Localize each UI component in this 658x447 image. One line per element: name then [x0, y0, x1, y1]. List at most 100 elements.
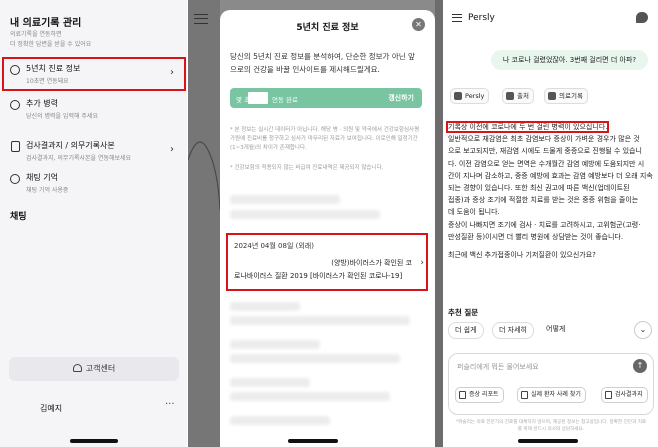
item-desc: 채팅 기억 사용중 [26, 187, 69, 194]
suggested-questions-title: 추천 질문 [448, 308, 479, 317]
dimmed-background [188, 0, 220, 447]
circle-icon [10, 100, 20, 110]
answer-question: 최근에 백신 추가접종이나 기저질환이 있으신가요? [448, 251, 596, 260]
page-subtitle-line1: 의료기록을 연동하면 [10, 31, 62, 38]
chat-input-box[interactable]: 퍼슬리에게 뭐든 물어보세요 ↑ 증상 리포트 실제 환자 사례 찾기 검사결과… [448, 353, 654, 415]
home-indicator [70, 439, 118, 443]
suggested-question[interactable]: 더 자세히 [492, 322, 534, 339]
scroll-down-button[interactable]: ⌄ [634, 321, 652, 339]
new-chat-icon[interactable] [636, 12, 648, 23]
answer-line: 증상이 나빠지면 조기에 검사 · 치료를 고려하시고, 고위험군(고령· [448, 220, 641, 229]
chip-label: 의료기록 [559, 92, 583, 100]
headset-icon [72, 364, 82, 372]
answer-line: 되는 경향이 있습니다. 또한 최신 권고에 따른 백신(업데이트된 [448, 184, 630, 193]
document-icon [605, 391, 612, 399]
source-chip-source[interactable]: 출처 [502, 88, 534, 104]
modal-description: 당신의 5년치 진료 정보를 분석하여, 단순한 정보가 아닌 앞으로의 건강을… [230, 52, 415, 74]
source-chip-records[interactable]: 의료기록 [544, 88, 588, 104]
persly-icon [454, 92, 462, 100]
blurred-content [230, 378, 310, 387]
item-desc: 10초면 연동돼요 [26, 78, 69, 85]
page-title: 내 의료기록 관리 [10, 18, 82, 29]
chat-screen: Persly 나 코로나 걸렸었잖아. 3번째 걸리면 더 아파? Persly… [444, 0, 658, 447]
answer-line: 데 도움이 됩니다. [448, 208, 500, 217]
send-icon[interactable]: ↑ [633, 359, 647, 373]
menu-icon [194, 14, 208, 24]
chip-label: Persly [465, 92, 485, 100]
source-chip-persly[interactable]: Persly [450, 88, 490, 104]
circle-icon [10, 65, 20, 75]
refresh-button[interactable]: 갱신하기 [388, 93, 414, 103]
more-icon[interactable]: ··· [165, 399, 175, 410]
suggested-question[interactable]: 어떻게 [540, 322, 572, 339]
answer-line: 으로 보고되지만, 재감염 시에도 드물게 중증으로 진행될 수 있습니 [448, 147, 642, 156]
sync-status-bar: 몇 초 전 / 연동 완료 갱신하기 [230, 88, 422, 108]
people-icon [521, 391, 528, 399]
chat-memory-item[interactable]: 채팅 기억 채팅 기억 사용중 [4, 168, 184, 198]
answer-line: 접종)과 증상 조기에 적절한 치료를 받는 것은 중증 위험을 줄이는 [448, 196, 639, 205]
report-icon [459, 391, 466, 399]
tool-label: 검사결과지 [615, 391, 643, 398]
item-label: 추가 병력 [26, 99, 58, 108]
suggested-question[interactable]: 더 쉽게 [448, 322, 484, 339]
record-diagnosis-line1: (양방)바이러스가 확인된 코 [331, 259, 412, 267]
records-panel-screen: 내 의료기록 관리 의료기록을 연동하면 더 정확한 답변을 받을 수 있어요 … [0, 0, 188, 447]
modal-title: 5년치 진료 정보 [296, 23, 359, 33]
chevron-right-icon: › [170, 144, 174, 155]
background-chart-line [188, 141, 220, 211]
answer-line: 일반적으로 재감염은 최초 감염보다 증상이 가벼운 경우가 많은 것 [448, 135, 640, 144]
records-modal-screen: 5년치 진료 정보 ✕ 당신의 5년치 진료 정보를 분석하여, 단순한 정보가… [188, 0, 444, 447]
tool-patient-cases[interactable]: 실제 환자 사례 찾기 [517, 387, 586, 403]
user-message-bubble: 나 코로나 걸렸었잖아. 3번째 걸리면 더 아파? [491, 50, 648, 70]
chat-input-placeholder: 퍼슬리에게 뭐든 물어보세요 [457, 363, 539, 371]
link-icon [506, 92, 514, 100]
tool-label: 증상 리포트 [469, 391, 499, 398]
answer-highlight: 기록상 이전에 코로나에 두 번 걸린 병력이 있으십니다. [445, 121, 610, 133]
chip-label: 출처 [517, 92, 529, 100]
answer-line: 다. 이전 감염으로 얻는 면역은 수개월간 감염 예방에 도움되지만 시 [448, 159, 645, 168]
test-results-item[interactable]: 검사결과지 / 의무기록사본 검사결과지, 의무기록사본을 연동해보세요 › [4, 136, 184, 166]
record-diagnosis-line2: 로나바이러스 질환 2019 [바이러스가 확인된 코로나-19] [234, 272, 403, 280]
additional-history-item[interactable]: 추가 병력 당신의 병력을 입력해 주세요 [4, 94, 184, 124]
redacted-block [248, 92, 268, 104]
answer-line: 만성질환 등)이시면 더 빨리 병원에 상담받는 것이 좋습니다. [448, 232, 624, 241]
tool-symptom-report[interactable]: 증상 리포트 [455, 387, 504, 403]
medical-record-entry[interactable]: 2024년 04월 08일 (외래) (양방)바이러스가 확인된 코 로나바이러… [226, 233, 428, 291]
sync-status-suffix: 연동 완료 [272, 96, 298, 104]
customer-center-button[interactable]: 고객센터 [9, 357, 179, 381]
tool-label: 실제 환자 사례 찾기 [531, 391, 581, 398]
notice-text: * 본 정보는 실시간 데이터가 아닙니다. 해당 병 · 의원 및 약국에서 … [230, 127, 420, 151]
records-modal: 5년치 진료 정보 ✕ 당신의 5년치 진료 정보를 분석하여, 단순한 정보가… [220, 10, 435, 447]
document-icon [11, 141, 20, 152]
item-desc: 검사결과지, 의무기록사본을 연동해보세요 [26, 155, 132, 162]
chevron-right-icon: › [170, 67, 174, 78]
tool-test-results[interactable]: 검사결과지 [601, 387, 648, 403]
item-desc: 당신의 병력을 입력해 주세요 [26, 113, 98, 120]
blurred-content [230, 340, 320, 349]
blurred-content [230, 195, 340, 204]
menu-icon[interactable] [452, 14, 462, 22]
blurred-content [230, 416, 330, 425]
blurred-content [230, 302, 300, 311]
notice-text: * 건강보험의 적용되지 않는 비급여 진료내역은 제공되지 않습니다. [230, 165, 384, 171]
item-label: 검사결과지 / 의무기록사본 [26, 141, 115, 150]
blurred-content [230, 392, 390, 401]
user-name[interactable]: 김예지 [40, 403, 62, 414]
item-label: 채팅 기억 [26, 173, 58, 182]
record-date: 2024년 04월 08일 (외래) [234, 242, 314, 250]
document-icon [548, 92, 556, 100]
chevron-right-icon: › [420, 258, 424, 268]
chat-section-title: 채팅 [10, 212, 27, 222]
close-icon[interactable]: ✕ [412, 18, 425, 31]
home-indicator [518, 439, 578, 443]
disclaimer-text: *퍼슬리는 의료 전문가의 진료를 대체하지 않으며, 제공된 정보는 참고용입… [455, 420, 647, 432]
customer-center-label: 고객센터 [85, 364, 116, 373]
five-year-records-item[interactable]: 5년치 진료 정보 10초면 연동돼요 › [2, 57, 186, 91]
blurred-content [230, 210, 380, 219]
app-brand: Persly [468, 13, 495, 23]
home-indicator [288, 439, 338, 443]
memory-icon [10, 174, 20, 184]
blurred-content [230, 354, 400, 363]
blurred-content [230, 316, 410, 325]
assistant-answer: 기록상 이전에 코로나에 두 번 걸린 병력이 있으십니다. 일반적으로 재감염… [445, 121, 654, 261]
